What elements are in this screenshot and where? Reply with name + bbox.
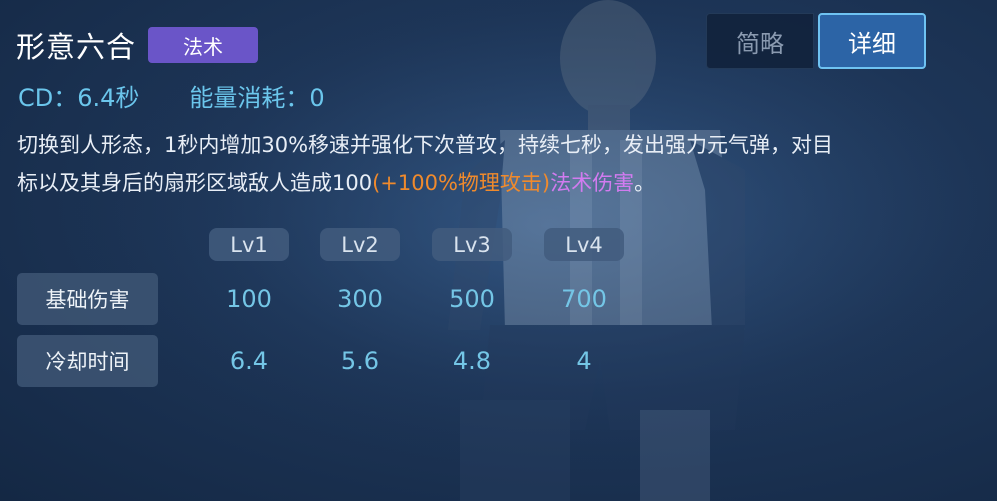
cooldown-value: 5.6: [340, 347, 380, 375]
description-prefix: 标以及其身后的扇形区域敌人造成100: [17, 171, 373, 195]
cooldown-value: 6.4: [229, 347, 269, 375]
row-label-cooldown: 冷却时间: [17, 335, 158, 387]
skill-description: 切换到人形态，1秒内增加30%移速并强化下次普攻，持续七秒，发出强力元气弹，对目…: [17, 126, 987, 202]
energy-cost-text: 能量消耗：0: [189, 84, 325, 112]
cooldown-value: 4.8: [452, 347, 492, 375]
skill-type-badge: 法术: [148, 27, 259, 63]
skill-title-row: 形意六合 法术: [16, 24, 259, 66]
tab-detail[interactable]: 详细: [818, 13, 926, 69]
damage-type-text: 法术伤害: [550, 171, 635, 195]
description-suffix: 。: [634, 171, 656, 195]
base-damage-value: 500: [449, 285, 495, 313]
tab-brief[interactable]: 简略: [706, 13, 814, 69]
skill-name: 形意六合: [16, 30, 137, 64]
base-damage-value: 300: [337, 285, 383, 313]
cooldown-value: 4: [576, 347, 592, 375]
base-damage-value: 700: [561, 285, 607, 313]
view-mode-toggle: 简略 详细: [706, 13, 926, 69]
level-header: Lv2: [320, 228, 400, 261]
level-header: Lv4: [544, 228, 624, 261]
level-header: Lv1: [209, 228, 289, 261]
description-line-2: 标以及其身后的扇形区域敌人造成100(+100%物理攻击)法术伤害。: [17, 164, 987, 202]
attack-scaling-text: (+100%物理攻击): [372, 171, 551, 195]
row-label-base-damage: 基础伤害: [17, 273, 158, 325]
cooldown-text: CD：6.4秒: [18, 84, 140, 112]
description-line-1: 切换到人形态，1秒内增加30%移速并强化下次普攻，持续七秒，发出强力元气弹，对目: [17, 133, 834, 157]
skill-stats-row: CD：6.4秒 能量消耗：0: [18, 78, 325, 113]
base-damage-value: 100: [226, 285, 272, 313]
skill-detail-panel: 形意六合 法术 CD：6.4秒 能量消耗：0 切换到人形态，1秒内增加30%移速…: [0, 0, 997, 501]
level-header: Lv3: [432, 228, 512, 261]
